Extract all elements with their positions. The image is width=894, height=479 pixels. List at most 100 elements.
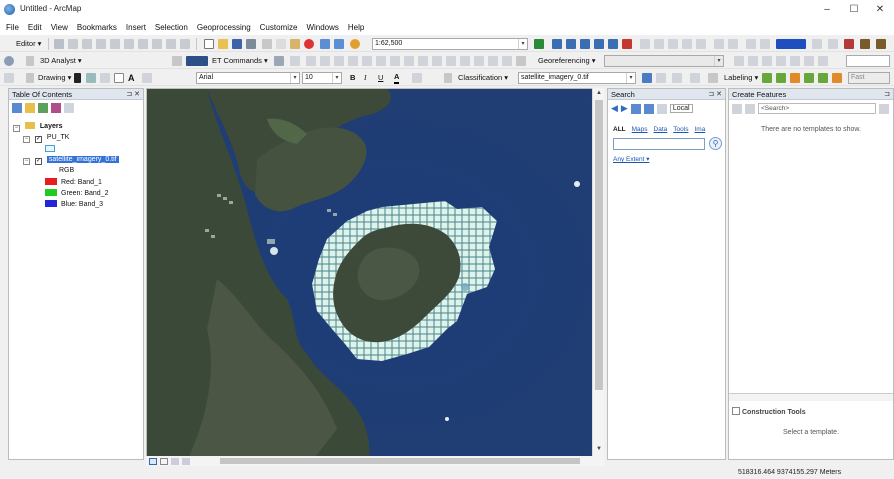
toc-layer-pu-tk[interactable]: − ✓ PU_TK <box>23 134 69 143</box>
save-icon[interactable] <box>232 39 242 49</box>
toc-layer-satellite[interactable]: − ✓ satellite_imagery_0.tif <box>23 156 119 165</box>
search-refresh-icon[interactable] <box>643 103 654 114</box>
labeling-menu[interactable]: Labeling ▾ <box>724 72 758 84</box>
toolbar-icon-k[interactable] <box>828 39 838 49</box>
et-tool-icon-o[interactable] <box>474 56 484 66</box>
et-tool-icon-b[interactable] <box>290 56 300 66</box>
drawing-tool-icon-b[interactable] <box>142 73 152 83</box>
map-horizontal-scrollbar[interactable] <box>210 456 604 466</box>
organize-templates-icon[interactable] <box>732 103 742 114</box>
georeferencing-menu[interactable]: Georeferencing ▾ <box>538 55 596 67</box>
georef-tool-icon-e[interactable] <box>790 56 800 66</box>
edit-tool-icon[interactable] <box>54 39 64 49</box>
delete-icon[interactable] <box>304 39 314 49</box>
paste-icon[interactable] <box>290 39 300 49</box>
search-location-button[interactable]: Local <box>669 104 693 113</box>
straight-segment-icon[interactable] <box>68 39 78 49</box>
et-tool-icon-d[interactable] <box>320 56 330 66</box>
panel-splitter[interactable] <box>729 393 893 401</box>
refresh-icon[interactable] <box>171 457 179 465</box>
et-tool-icon-i[interactable] <box>390 56 400 66</box>
underline-button[interactable]: U <box>378 72 383 84</box>
georef-layer-combo[interactable]: ▾ <box>604 55 724 67</box>
maximize-button[interactable]: ☐ <box>845 3 863 17</box>
color-swatch-icon[interactable] <box>776 39 806 49</box>
et-tool-icon-p[interactable] <box>488 56 498 66</box>
tab-all[interactable]: ALL <box>613 126 626 133</box>
select-elements-icon[interactable] <box>74 73 81 83</box>
attributes-icon[interactable] <box>152 39 162 49</box>
list-by-source-icon[interactable] <box>25 103 35 113</box>
classification-layer-combo[interactable]: satellite_imagery_0.tif ▾ <box>518 72 636 84</box>
scroll-thumb[interactable] <box>595 100 603 390</box>
lock-labels-icon[interactable] <box>804 73 814 83</box>
trace-icon[interactable] <box>82 39 92 49</box>
layer-visibility-checkbox[interactable]: ✓ <box>34 158 42 165</box>
et-geowizards-icon[interactable] <box>186 56 208 66</box>
georef-tool-icon-f[interactable] <box>804 56 814 66</box>
toolbar-icon-l[interactable] <box>844 39 854 49</box>
model-builder-icon[interactable] <box>622 39 632 49</box>
collapse-icon[interactable]: − <box>23 158 30 165</box>
georef-tool-icon-g[interactable] <box>818 56 828 66</box>
drawing-menu[interactable]: Drawing ▾ <box>38 72 71 84</box>
menu-insert[interactable]: Insert <box>126 23 146 32</box>
filter-icon[interactable] <box>745 103 755 114</box>
collapse-icon[interactable]: − <box>13 125 20 132</box>
et-tool-icon-g[interactable] <box>362 56 372 66</box>
reshape-icon[interactable] <box>96 39 106 49</box>
et-tool-icon-k[interactable] <box>418 56 428 66</box>
et-tool-icon-l[interactable] <box>432 56 442 66</box>
editor-menu-button[interactable]: Editor ▾ <box>16 38 41 50</box>
italic-button[interactable]: I <box>364 72 367 84</box>
any-extent-link[interactable]: Any Extent ▾ <box>613 155 650 163</box>
et-tool-icon-h[interactable] <box>376 56 386 66</box>
catalog-window-icon[interactable] <box>566 39 576 49</box>
create-features-pin-icon[interactable]: ⊐ <box>884 89 890 100</box>
rotate-element-icon[interactable] <box>86 73 96 83</box>
toolbar-icon-c[interactable] <box>668 39 678 49</box>
view-unplaced-icon[interactable] <box>832 73 842 83</box>
et-commands-menu[interactable]: ET Commands ▾ <box>212 55 268 67</box>
close-button[interactable]: ✕ <box>871 3 889 17</box>
cut-polygon-icon[interactable] <box>110 39 120 49</box>
open-folder-icon[interactable] <box>218 39 228 49</box>
search-pin-close-icon[interactable]: ⊐ ✕ <box>708 89 722 100</box>
copy-icon[interactable] <box>276 39 286 49</box>
list-by-selection-icon[interactable] <box>51 103 61 113</box>
toolbar-icon-n[interactable] <box>876 39 886 49</box>
label-weight-icon[interactable] <box>790 73 800 83</box>
menu-selection[interactable]: Selection <box>155 23 188 32</box>
collapse-icon[interactable]: − <box>23 136 30 143</box>
et-tool-icon-m[interactable] <box>446 56 456 66</box>
magnifier-icon[interactable] <box>4 56 14 66</box>
tab-images[interactable]: Ima <box>694 126 705 133</box>
menu-customize[interactable]: Customize <box>260 23 298 32</box>
menu-bookmarks[interactable]: Bookmarks <box>77 23 117 32</box>
new-document-icon[interactable] <box>204 39 214 49</box>
font-size-combo[interactable]: 10 ▾ <box>302 72 342 84</box>
scroll-up-icon[interactable]: ▲ <box>593 90 605 98</box>
satellite-imagery-map[interactable] <box>147 89 604 460</box>
toolbar-icon-a[interactable] <box>640 39 650 49</box>
pause-labeling-icon[interactable] <box>818 73 828 83</box>
tab-tools[interactable]: Tools <box>673 126 688 133</box>
undo-icon[interactable] <box>320 39 330 49</box>
menu-file[interactable]: File <box>6 23 19 32</box>
pu-tk-symbol[interactable] <box>45 145 55 154</box>
toolbar-icon-i[interactable] <box>760 39 770 49</box>
create-features-icon[interactable] <box>180 39 190 49</box>
georef-tool-icon-d[interactable] <box>776 56 786 66</box>
georef-tool-icon[interactable] <box>734 56 744 66</box>
toolbar-icon-e[interactable] <box>696 39 706 49</box>
tab-data[interactable]: Data <box>654 126 668 133</box>
font-color-button[interactable]: A <box>394 72 400 84</box>
forward-arrow-icon[interactable]: ▶ <box>621 103 628 114</box>
tab-maps[interactable]: Maps <box>632 126 648 133</box>
toolbar-icon-g[interactable] <box>728 39 738 49</box>
et-tool-icon-c[interactable] <box>306 56 316 66</box>
split-icon[interactable] <box>124 39 134 49</box>
sketch-properties-icon[interactable] <box>166 39 176 49</box>
menu-geoprocessing[interactable]: Geoprocessing <box>197 23 251 32</box>
map-display[interactable] <box>146 88 604 460</box>
